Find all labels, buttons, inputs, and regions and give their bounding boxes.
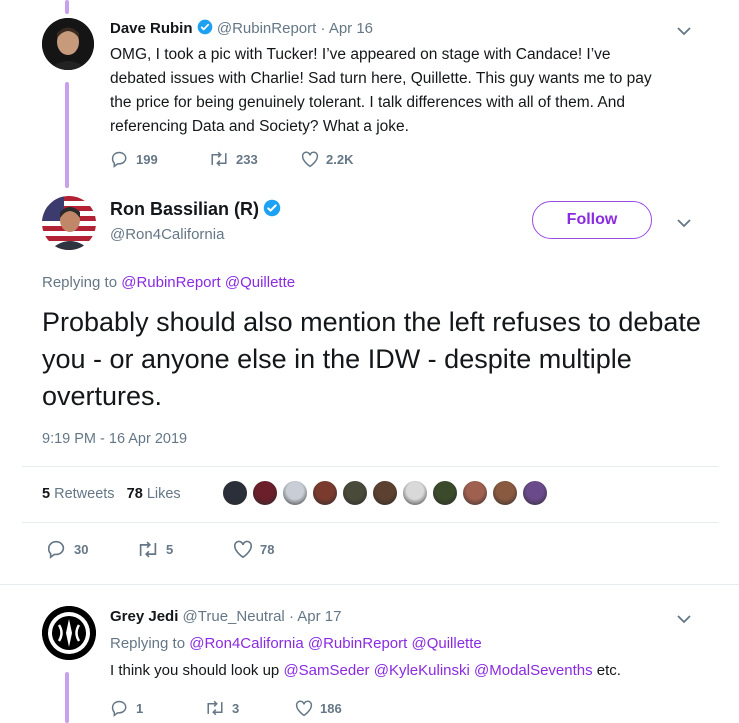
reply-count: 30 xyxy=(74,541,89,557)
likes-stat[interactable]: 78 Likes xyxy=(127,486,181,502)
reply-text-prefix: I think you should look up xyxy=(110,662,280,679)
tweet1-handle[interactable]: @RubinReport xyxy=(217,20,316,37)
tweet1-text: OMG, I took a pic with Tucker! I’ve appe… xyxy=(110,46,652,135)
heart-icon xyxy=(295,700,313,717)
tweet1-chevron-down-icon[interactable] xyxy=(676,26,692,36)
reply-text-suffix: etc. xyxy=(596,662,621,679)
like-count: 186 xyxy=(320,700,342,716)
follow-button[interactable]: Follow xyxy=(532,201,652,239)
retweet-icon xyxy=(139,541,157,557)
mention-link[interactable]: @ModalSevenths xyxy=(474,662,593,679)
retweet-icon xyxy=(211,151,227,167)
liker-avatar[interactable] xyxy=(402,480,428,506)
like-button[interactable]: 78 xyxy=(232,539,274,559)
reply-text: I think you should look up @SamSeder @Ky… xyxy=(110,662,621,679)
avatar-ron-bassilian[interactable] xyxy=(42,196,96,250)
likes-stat-count: 78 xyxy=(126,486,143,502)
reply-icon xyxy=(111,151,127,168)
liker-avatar[interactable] xyxy=(432,480,458,506)
liker-avatars xyxy=(222,480,552,506)
retweet-button[interactable]: 233 xyxy=(208,151,300,167)
verified-badge-icon xyxy=(264,199,281,217)
reply-author-name[interactable]: Grey Jedi xyxy=(110,608,178,625)
like-count: 78 xyxy=(260,541,275,557)
retweets-stat[interactable]: 5 Retweets xyxy=(42,486,115,502)
reply-count: 1 xyxy=(136,700,144,716)
reply-header: Grey Jedi @True_Neutral · Apr 17 xyxy=(110,608,341,625)
tweet1-date[interactable]: · Apr 16 xyxy=(320,20,373,37)
reply-chevron-down-icon[interactable] xyxy=(676,614,692,624)
reply-date[interactable]: · Apr 17 xyxy=(289,608,342,625)
retweet-button[interactable]: 3 xyxy=(204,700,294,716)
mention-link[interactable]: @Quillette xyxy=(225,274,295,291)
heart-icon xyxy=(301,151,319,168)
mention-link[interactable]: @RubinReport xyxy=(121,274,220,291)
main-author-name[interactable]: Ron Bassilian (R) xyxy=(110,199,259,219)
reply-button[interactable]: 199 xyxy=(110,150,208,168)
replying-to-label: Replying to xyxy=(42,274,118,291)
retweets-stat-count: 5 xyxy=(42,486,51,502)
main-tweet-author: Ron Bassilian (R) xyxy=(110,199,281,220)
reply-button[interactable]: 1 xyxy=(110,699,204,717)
tweet1-header: Dave Rubin @RubinReport · Apr 16 xyxy=(110,19,373,37)
avatar-image xyxy=(42,196,96,250)
main-tweet-chevron-down-icon[interactable] xyxy=(676,218,692,228)
like-button[interactable]: 186 xyxy=(294,699,342,717)
liker-avatar[interactable] xyxy=(522,480,548,506)
avatar-image xyxy=(42,18,94,70)
avatar-grey-jedi[interactable] xyxy=(42,606,96,660)
reply-icon xyxy=(111,700,127,717)
avatar-dave-rubin[interactable] xyxy=(42,18,94,70)
like-button[interactable]: 2.2K xyxy=(300,150,353,168)
retweet-button[interactable]: 5 xyxy=(136,541,232,558)
thread-line-top xyxy=(65,0,69,14)
mention-link[interactable]: @KyleKulinski xyxy=(374,662,470,679)
divider xyxy=(0,584,739,585)
tweet1-author-name[interactable]: Dave Rubin xyxy=(110,20,193,37)
liker-avatar[interactable] xyxy=(222,480,248,506)
liker-avatar[interactable] xyxy=(492,480,518,506)
main-tweet-actions: 30 5 78 xyxy=(46,539,274,559)
verified-badge-icon xyxy=(197,19,213,35)
main-author-handle[interactable]: @Ron4California xyxy=(110,226,224,243)
mention-link[interactable]: @Ron4California xyxy=(189,635,303,652)
retweet-count: 5 xyxy=(166,541,174,557)
engagement-stats: 5 Retweets 78 Likes xyxy=(42,486,181,502)
heart-icon xyxy=(233,540,253,559)
liker-avatar[interactable] xyxy=(342,480,368,506)
thread-line-reply xyxy=(65,672,69,723)
retweets-stat-label: Retweets xyxy=(54,486,115,502)
jedi-emblem-icon xyxy=(42,606,96,660)
replying-to-label: Replying to xyxy=(110,635,186,652)
thread-line-tweet1 xyxy=(65,82,69,188)
divider xyxy=(22,522,719,523)
mention-link[interactable]: @Quillette xyxy=(411,635,481,652)
liker-avatar[interactable] xyxy=(312,480,338,506)
mention-link[interactable]: @SamSeder xyxy=(283,662,369,679)
liker-avatar[interactable] xyxy=(462,480,488,506)
retweet-count: 233 xyxy=(236,151,258,167)
mention-link[interactable]: @RubinReport xyxy=(308,635,407,652)
liker-avatar[interactable] xyxy=(372,480,398,506)
likes-stat-label: Likes xyxy=(146,486,181,502)
retweet-count: 3 xyxy=(232,700,240,716)
main-replying-to: Replying to @RubinReport @Quillette xyxy=(42,274,295,291)
reply-handle[interactable]: @True_Neutral xyxy=(183,608,285,625)
main-tweet-text: Probably should also mention the left re… xyxy=(42,307,701,411)
retweet-icon xyxy=(207,700,223,716)
liker-avatar[interactable] xyxy=(282,480,308,506)
reply-button[interactable]: 30 xyxy=(46,539,136,559)
reply-replying-to: Replying to @Ron4California @RubinReport… xyxy=(110,635,482,652)
divider xyxy=(22,466,719,467)
reply-count: 199 xyxy=(136,151,158,167)
reply-icon xyxy=(47,540,65,559)
liker-avatar[interactable] xyxy=(252,480,278,506)
main-tweet-timestamp[interactable]: 9:19 PM - 16 Apr 2019 xyxy=(42,431,187,447)
like-count: 2.2K xyxy=(326,151,354,167)
reply-actions: 1 3 186 xyxy=(110,699,342,717)
tweet1-actions: 199 233 2.2K xyxy=(110,150,353,168)
